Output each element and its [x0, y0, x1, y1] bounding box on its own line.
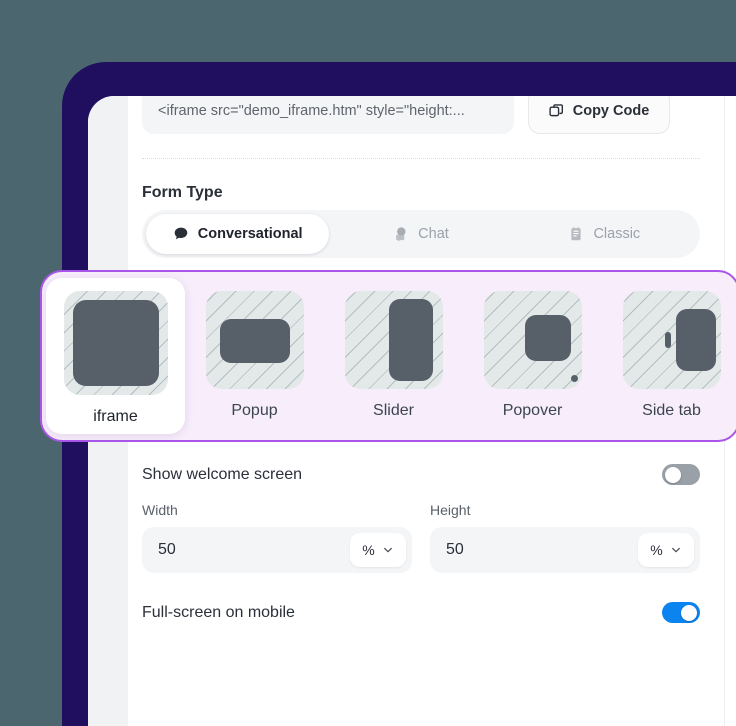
layout-card-popover-label: Popover — [502, 402, 563, 419]
layout-card-popover[interactable]: Popover — [463, 278, 602, 434]
tab-chat-label: Chat — [418, 226, 449, 242]
toggle-knob — [665, 466, 681, 483]
chevron-down-icon — [670, 544, 682, 556]
welcome-screen-row: Show welcome screen — [142, 464, 700, 485]
height-value: 50 — [446, 541, 464, 558]
thumbnail-tab-handle — [664, 332, 671, 348]
height-unit-value: % — [650, 542, 663, 558]
tab-chat[interactable]: Chat — [329, 214, 512, 254]
thumbnail-shape — [524, 315, 571, 361]
chevron-down-icon — [382, 544, 394, 556]
thumbnail-shape — [388, 299, 433, 381]
layout-card-side-tab-label: Side tab — [642, 402, 701, 419]
fullscreen-mobile-row: Full-screen on mobile — [142, 602, 700, 623]
notepad-icon — [568, 226, 584, 242]
tab-classic[interactable]: Classic — [513, 214, 696, 254]
layout-thumbnail-iframe — [63, 291, 168, 395]
layout-thumbnail-popover — [483, 291, 582, 389]
thumbnail-shape — [219, 319, 290, 363]
thumbnail-launcher-dot — [570, 375, 578, 382]
dimension-fields: Width 50 % Height 50 % — [142, 502, 700, 573]
section-divider — [142, 158, 700, 159]
embed-code-row: <iframe src="demo_iframe.htm" style="hei… — [142, 96, 712, 134]
layout-card-slider[interactable]: Slider — [324, 278, 463, 434]
copy-code-label: Copy Code — [572, 103, 650, 119]
width-value: 50 — [158, 541, 176, 558]
speech-bubble-icon — [173, 226, 189, 242]
welcome-screen-label: Show welcome screen — [142, 465, 303, 483]
height-input[interactable]: 50 % — [430, 527, 700, 573]
layout-thumbnail-side-tab — [622, 291, 721, 389]
layout-thumbnail-slider — [344, 291, 443, 389]
layout-thumbnail-popup — [205, 291, 304, 389]
tab-classic-label: Classic — [593, 226, 641, 242]
layout-card-popup-label: Popup — [231, 402, 278, 419]
embed-code-value: <iframe src="demo_iframe.htm" style="hei… — [158, 103, 465, 119]
chat-bubbles-icon — [393, 226, 409, 242]
width-unit-select[interactable]: % — [350, 533, 406, 567]
toggle-knob — [681, 604, 697, 621]
form-type-heading: Form Type — [142, 184, 223, 201]
form-type-segmented-control: Conversational Chat Classic — [142, 210, 700, 258]
layout-card-popup[interactable]: Popup — [185, 278, 324, 434]
copy-code-button[interactable]: Copy Code — [528, 96, 670, 134]
layout-card-side-tab[interactable]: Side tab — [602, 278, 736, 434]
embed-code-input[interactable]: <iframe src="demo_iframe.htm" style="hei… — [142, 96, 514, 134]
thumbnail-shape — [72, 300, 159, 386]
tab-conversational-label: Conversational — [197, 226, 303, 242]
welcome-screen-toggle[interactable] — [662, 464, 700, 485]
layout-card-iframe-label: iframe — [93, 408, 138, 425]
width-unit-value: % — [362, 542, 375, 558]
fullscreen-mobile-label: Full-screen on mobile — [142, 603, 295, 621]
height-label: Height — [430, 502, 471, 518]
layout-card-iframe[interactable]: iframe — [46, 278, 185, 434]
width-field-group: Width 50 % — [142, 502, 412, 573]
fullscreen-mobile-toggle[interactable] — [662, 602, 700, 623]
layout-type-picker: iframe Popup Slider Popover Side tab — [40, 270, 736, 442]
layout-card-slider-label: Slider — [373, 402, 414, 419]
height-unit-select[interactable]: % — [638, 533, 694, 567]
thumbnail-shape — [675, 309, 716, 371]
tab-conversational[interactable]: Conversational — [146, 214, 330, 254]
width-input[interactable]: 50 % — [142, 527, 412, 573]
copy-icon — [549, 103, 564, 119]
width-label: Width — [142, 502, 178, 518]
height-field-group: Height 50 % — [430, 502, 700, 573]
